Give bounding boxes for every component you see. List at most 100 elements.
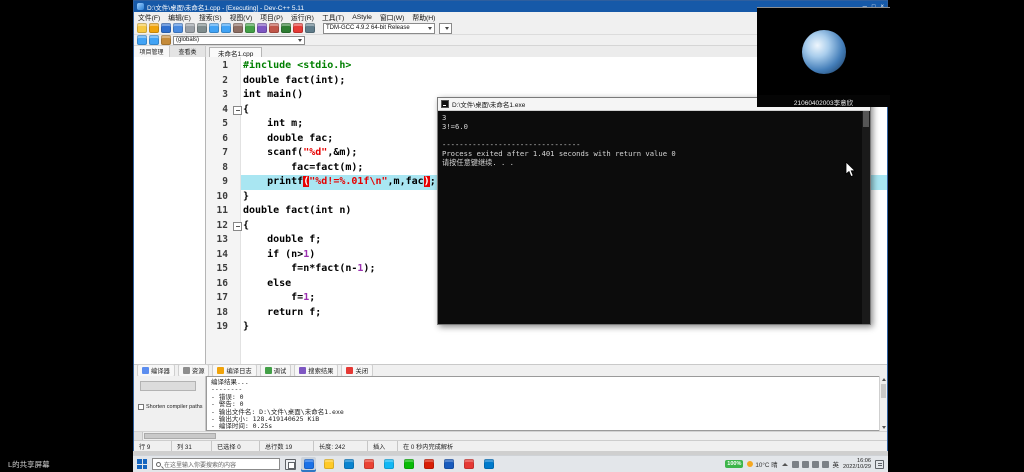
back-icon[interactable] <box>137 35 147 45</box>
code-segment: f= <box>243 292 303 303</box>
fold-marker[interactable] <box>232 103 241 118</box>
console-window[interactable]: D:\文件\桌面\未命名1.exe ─□× 33!=6.0 ----------… <box>437 97 871 325</box>
log-scrollbar[interactable] <box>879 376 887 431</box>
new-file-icon[interactable] <box>137 23 147 33</box>
music-icon[interactable] <box>421 457 436 472</box>
weather-widget[interactable]: 10°C 晴 <box>747 460 777 469</box>
shorten-paths-checkbox[interactable]: Shorten compiler paths <box>138 404 204 410</box>
console-scrollbar[interactable] <box>862 111 870 324</box>
clock[interactable]: 16:06 2022/10/29 <box>843 458 871 470</box>
code-segment: m; <box>285 118 303 129</box>
code-segment: ,&m); <box>327 147 357 158</box>
project-panel[interactable] <box>134 57 206 364</box>
code-segment: int <box>267 118 285 129</box>
line-number: 17 <box>206 291 232 306</box>
code-segment: n) <box>333 205 351 216</box>
compile-icon[interactable] <box>233 23 243 33</box>
scroll-thumb[interactable] <box>863 111 869 127</box>
panel-tab-classes[interactable]: 查看类 <box>170 46 206 57</box>
wechat-icon[interactable] <box>401 457 416 472</box>
qq-icon[interactable] <box>381 457 396 472</box>
menu-run[interactable]: 运行(R) <box>287 12 318 22</box>
network-icon[interactable] <box>812 461 819 468</box>
menu-project[interactable]: 项目(P) <box>256 12 287 22</box>
notification-center-icon[interactable] <box>875 460 884 469</box>
debug-icon[interactable] <box>281 23 291 33</box>
file-explorer-icon[interactable] <box>321 457 336 472</box>
horizontal-scrollbar[interactable] <box>134 431 887 440</box>
scroll-down-icon[interactable] <box>882 426 886 429</box>
dock-tab-label: 关闭 <box>355 366 368 375</box>
menu-view[interactable]: 视图(V) <box>226 12 257 22</box>
scroll-up-icon[interactable] <box>882 378 886 381</box>
usb-icon[interactable] <box>822 461 829 468</box>
stop-icon[interactable] <box>293 23 303 33</box>
tray-expand-icon[interactable] <box>782 463 788 466</box>
system-tray: 100% 10°C 晴 英 16:06 2022/10/29 <box>725 458 884 470</box>
chrome-icon[interactable] <box>361 457 376 472</box>
scroll-thumb[interactable] <box>144 433 216 439</box>
menu-file[interactable]: 文件(F) <box>134 12 164 22</box>
scroll-left-icon[interactable] <box>134 432 143 440</box>
word-icon[interactable] <box>441 457 456 472</box>
undo-icon[interactable] <box>209 23 219 33</box>
vscode-icon[interactable] <box>481 457 496 472</box>
pen-icon[interactable] <box>792 461 799 468</box>
line-number: 1 <box>206 59 232 74</box>
menu-search[interactable]: 搜索(S) <box>195 12 226 22</box>
dock-left-panel: Shorten compiler paths <box>134 376 206 431</box>
run-icon[interactable] <box>245 23 255 33</box>
save-all-icon[interactable] <box>173 23 183 33</box>
profile-icon[interactable] <box>305 23 315 33</box>
chevron-down-icon <box>445 27 449 30</box>
webcam-video[interactable] <box>757 8 890 95</box>
code-segment: ; <box>309 292 315 303</box>
save-icon[interactable] <box>161 23 171 33</box>
panel-tab-project[interactable]: 项目管理 <box>134 46 170 57</box>
globals-select[interactable]: (globals) <box>173 36 305 45</box>
compiler-extra-select[interactable] <box>439 23 452 34</box>
volume-icon[interactable] <box>802 461 809 468</box>
menu-help[interactable]: 帮助(H) <box>408 12 439 22</box>
left-panel-tabs: 项目管理查看类 <box>134 46 206 57</box>
forward-icon[interactable] <box>149 35 159 45</box>
status-parse-info: 在 0 秒内完成解析 <box>398 441 887 451</box>
compiler-profile-select[interactable]: TDM-GCC 4.9.2 64-bit Release <box>323 23 435 34</box>
open-file-icon[interactable] <box>149 23 159 33</box>
fold-marker[interactable] <box>232 219 241 234</box>
print-icon[interactable] <box>197 23 207 33</box>
line-number: 13 <box>206 233 232 248</box>
code-segment: { <box>243 104 249 115</box>
menu-edit[interactable]: 编辑(E) <box>164 12 195 22</box>
wps-icon[interactable] <box>461 457 476 472</box>
battery-badge[interactable]: 100% <box>725 460 743 468</box>
clock-date: 2022/10/29 <box>843 464 871 470</box>
start-button[interactable] <box>137 459 147 469</box>
rebuild-icon[interactable] <box>269 23 279 33</box>
fold-gutter <box>232 59 241 74</box>
tab-close-icon <box>346 367 353 374</box>
weather-text: 10°C 晴 <box>755 460 777 469</box>
tencent-meeting-icon[interactable] <box>301 457 316 472</box>
compile-run-icon[interactable] <box>257 23 267 33</box>
compile-progress <box>140 381 196 391</box>
input-language-indicator[interactable]: 英 <box>833 459 840 469</box>
code-segment: f=n*fact(n- <box>243 263 357 274</box>
edge-icon[interactable] <box>341 457 356 472</box>
code-segment: ); <box>333 75 345 86</box>
menu-tools[interactable]: 工具(T) <box>318 12 348 22</box>
goto-declaration-icon[interactable] <box>161 35 171 45</box>
menu-astyle[interactable]: AStyle <box>348 14 376 21</box>
code-segment <box>243 278 267 289</box>
search-input[interactable]: 在这里输入你要搜索的内容 <box>152 458 280 470</box>
menu-window[interactable]: 窗口(W) <box>376 12 409 22</box>
redo-icon[interactable] <box>221 23 231 33</box>
file-tab[interactable]: 未命名1.cpp <box>209 47 262 57</box>
fold-gutter <box>232 175 241 190</box>
dock-tab-label: 编译日志 <box>226 366 251 375</box>
bottom-dock-tabs: 编译器资源编译日志调试搜索结果关闭 <box>134 364 887 376</box>
scroll-thumb[interactable] <box>881 384 886 398</box>
code-segment: "%d!=%.01f\n" <box>309 176 387 187</box>
task-view-icon[interactable] <box>285 459 296 470</box>
close-file-icon[interactable] <box>185 23 195 33</box>
